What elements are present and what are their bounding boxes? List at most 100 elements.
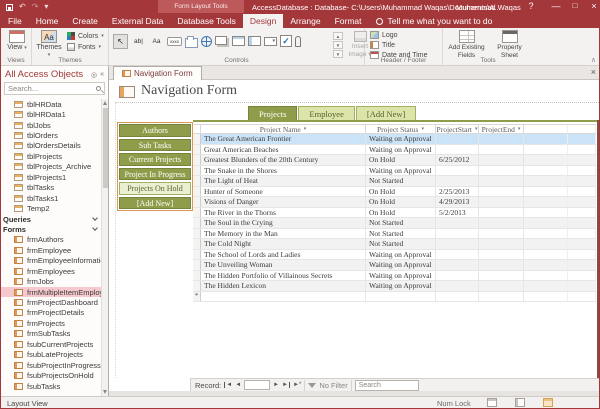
column-header[interactable]: Project Status ▾ [366,125,436,133]
nav-pane-item[interactable]: frmEmployees [1,266,101,276]
cell-project-start[interactable]: 6/25/2012 [436,155,479,165]
cell-project-start[interactable] [436,260,479,270]
cell-project-start[interactable]: 4/29/2013 [436,197,479,207]
column-header[interactable]: ProjectEnd ▾ [479,125,524,133]
tab-home[interactable]: Home [29,14,66,28]
cell-project-status[interactable]: Waiting on Approval [366,166,436,176]
cell-project-end[interactable] [479,134,524,144]
record-selector[interactable]: * [193,292,201,302]
title-button[interactable]: Title [370,41,428,49]
datasheet-view-icon[interactable] [487,398,497,407]
cell-project-status[interactable]: On Hold [366,208,436,218]
cell-project-end[interactable] [479,250,524,260]
cell-project-name[interactable]: The Soul in the Crying [201,218,366,228]
cell-project-status[interactable]: On Hold [366,197,436,207]
scroll-up-icon[interactable] [103,101,107,105]
record-number-input[interactable] [244,380,270,390]
tab-file[interactable]: File [1,14,29,28]
cell-project-end[interactable] [479,229,524,239]
signed-in-user[interactable]: Muhammad Waqas [456,3,521,12]
The Hidden Portfolio of Villainous Secrets[interactable]: The Hidden Portfolio of Villainous Secre… [193,271,596,282]
record-selector[interactable] [193,187,201,197]
redo-icon[interactable]: ↷ [32,2,39,12]
Hunter of Someone[interactable]: Hunter of Someone On Hold 2/25/2013 [193,187,596,198]
cell-project-end[interactable] [479,208,524,218]
navigation-control-icon[interactable] [248,36,261,46]
themes-button[interactable]: Aa Themes ▾ [35,30,63,58]
nav-pane-item[interactable]: tblProjects [1,151,101,161]
collapse-ribbon-icon[interactable]: ∧ [591,56,596,64]
The Light of Heat[interactable]: The Light of Heat Not Started [193,176,596,187]
view-dropdown-icon[interactable]: ▾ [24,45,27,51]
cell-project-start[interactable] [436,281,479,291]
cell-project-name[interactable] [201,292,366,302]
nav-button-projects-on-hold[interactable]: Projects On Hold [119,182,191,195]
checkbox-icon[interactable]: ✓ [280,35,292,47]
cell-project-status[interactable]: Waiting on Approval [366,260,436,270]
column-header[interactable]: ProjectStart ▾ [436,125,479,133]
select-pointer-icon[interactable]: ↖ [113,34,128,49]
cell-project-end[interactable] [479,145,524,155]
nav-pane-item[interactable]: tblJobs [1,120,101,130]
record-selector[interactable] [193,208,201,218]
nav-pane-item[interactable]: frmEmployee [1,245,101,255]
cell-project-status[interactable]: Waiting on Approval [366,271,436,281]
Greatest Blunders of the 20th Century[interactable]: Greatest Blunders of the 20th Century On… [193,155,596,166]
record-selector[interactable] [193,218,201,228]
nav-button-add-new[interactable]: [Add New] [119,197,191,210]
subform-icon[interactable] [215,36,227,45]
nav-pane-item[interactable]: fsubTasks [1,381,101,391]
nav-pane-item[interactable]: tblTasks [1,183,101,193]
tab-arrange[interactable]: Arrange [283,14,327,28]
record-selector[interactable] [193,166,201,176]
tab-create[interactable]: Create [65,14,105,28]
cell-project-name[interactable]: The Unveiling Woman [201,260,366,270]
cell-project-status[interactable]: Waiting on Approval [366,281,436,291]
The Snake in the Shores[interactable]: The Snake in the Shores Waiting on Appro… [193,166,596,177]
textbox-icon[interactable]: ab| [131,34,146,49]
nav-pane-scrollbar[interactable] [101,99,108,396]
cell-project-end[interactable] [479,281,524,291]
cell-project-status[interactable]: Not Started [366,218,436,228]
undo-icon[interactable]: ↶ [19,2,26,12]
save-icon[interactable] [6,4,13,11]
cell-project-start[interactable] [436,166,479,176]
close-button[interactable]: × [587,1,600,11]
cell-project-status[interactable]: On Hold [366,155,436,165]
cell-project-start[interactable] [436,176,479,186]
cell-project-end[interactable] [479,292,524,302]
nav-pane-item[interactable]: frmAuthors [1,235,101,245]
nav-pane-item[interactable]: frmEmployeeInformation [1,256,101,266]
column-header[interactable] [568,125,596,133]
record-selector[interactable] [193,250,201,260]
tab-database-tools[interactable]: Database Tools [170,14,242,28]
maximize-button[interactable]: □ [568,1,582,10]
tab-design[interactable]: Design [243,14,283,28]
label-icon[interactable]: Aa [149,34,164,49]
cell-project-end[interactable] [479,260,524,270]
scrollbar-thumb[interactable] [103,108,108,188]
column-dropdown-icon[interactable]: ▾ [304,126,307,132]
nav-pane-item[interactable]: frmJobs [1,276,101,286]
cell-project-name[interactable]: The Memory in the Man [201,229,366,239]
gallery-scroll-down-icon[interactable]: ▼ [333,41,343,49]
cell-project-start[interactable] [436,271,479,281]
cell-project-name[interactable]: Hunter of Someone [201,187,366,197]
nav-pane-item[interactable]: frmProjectDetails [1,308,101,318]
button-icon[interactable]: xxxx [167,34,182,49]
navigation-pane-header[interactable]: All Access Objects ◎ « [1,66,108,82]
cell-project-status[interactable]: Waiting on Approval [366,145,436,155]
colors-button[interactable]: Colors ▾ [67,32,104,40]
document-tab-navigation-form[interactable]: Navigation Form [113,66,202,80]
cell-project-name[interactable]: The Great American Frontier [201,134,366,144]
attachment-icon[interactable] [295,36,301,47]
minimize-button[interactable]: — [549,1,563,11]
record-selector[interactable] [193,271,201,281]
record-selector[interactable] [193,155,201,165]
form-tab-employee[interactable]: Employee [298,106,354,120]
nav-pane-item[interactable]: tblTasks1 [1,193,101,203]
customize-qat-icon[interactable]: ▾ [44,2,48,12]
cell-project-end[interactable] [479,166,524,176]
record-selector[interactable] [193,239,201,249]
gallery-scroll-up-icon[interactable]: ▲ [333,32,343,40]
